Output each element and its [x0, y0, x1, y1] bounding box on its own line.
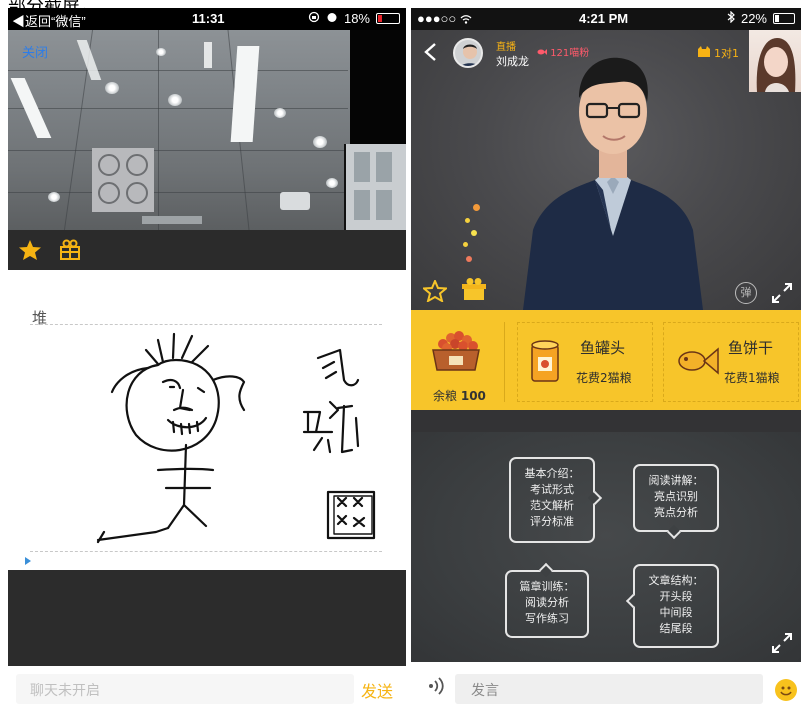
- left-phone-screen: ◀返回“微信” 11:31 18% 关闭 堆 聊天未开启 发送: [8, 8, 406, 711]
- balance-label: 余粮 100: [433, 389, 486, 403]
- chat-input[interactable]: 发言: [455, 674, 763, 704]
- star-icon[interactable]: [421, 278, 449, 306]
- balance-value: 100: [460, 389, 486, 403]
- gift-item-fish-biscuit[interactable]: 鱼饼干 花费1猫粮: [663, 322, 799, 402]
- item-cost: 花费2猫粮: [576, 371, 632, 385]
- left-action-toolbar: [8, 230, 406, 270]
- note-training: 篇章训练： 阅读分析 写作练习: [505, 562, 589, 638]
- cat-icon: [697, 45, 711, 61]
- live-tag: 直播: [496, 42, 516, 53]
- ceiling-speaker: [92, 148, 154, 212]
- host-portrait: [523, 57, 703, 310]
- send-button[interactable]: 发送: [361, 678, 393, 702]
- teacher-video-feed[interactable]: 关闭: [8, 30, 406, 230]
- battery-icon: [376, 13, 400, 24]
- item-name: 鱼罐头: [580, 339, 626, 357]
- voice-icon[interactable]: [427, 676, 445, 700]
- star-icon[interactable]: [18, 239, 42, 261]
- right-chat-bar: 发言: [411, 662, 801, 711]
- fans-count: 121喵粉: [537, 44, 589, 59]
- lock-rotation-icon: [308, 11, 320, 26]
- battery-percent: 18%: [343, 11, 370, 26]
- host-video-feed[interactable]: 直播 刘成龙 121喵粉 1对1 弹: [411, 30, 801, 310]
- note-structure: 文章结构： 开头段 中间段 结尾段: [625, 564, 719, 648]
- student-pip-video[interactable]: [344, 144, 406, 230]
- signal-strength: ●●●○○: [417, 11, 472, 27]
- wifi-icon: [460, 12, 472, 27]
- fish-biscuit-icon: [674, 341, 720, 385]
- student-pip-video[interactable]: [749, 30, 801, 92]
- fullscreen-icon[interactable]: [771, 282, 793, 304]
- back-chevron-icon[interactable]: [423, 42, 437, 62]
- danmu-toggle[interactable]: 弹: [735, 282, 757, 304]
- note-basic-intro: 基本介绍： 考试形式 范文解析 评分标准: [509, 457, 603, 543]
- close-link[interactable]: 关闭: [22, 42, 48, 61]
- alarm-icon: [326, 11, 338, 26]
- emoji-icon[interactable]: [775, 679, 797, 701]
- fullscreen-icon[interactable]: [771, 632, 793, 654]
- battery-icon: [773, 13, 795, 24]
- left-empty-panel: [8, 570, 406, 666]
- fish-icon: [537, 48, 550, 59]
- panel-gap: [411, 410, 801, 432]
- item-cost: 花费1猫粮: [724, 371, 780, 385]
- balance-cell: 余粮 100: [411, 310, 503, 410]
- right-phone-screen: ●●●○○ 4:21 PM 22% 直播 刘成龙 121喵粉 1对1 弹 余粮 …: [411, 8, 801, 711]
- right-status-bar: ●●●○○ 4:21 PM 22%: [411, 8, 801, 30]
- one-on-one-toggle[interactable]: 1对1: [697, 45, 739, 61]
- chat-input[interactable]: 聊天未开启: [16, 674, 354, 704]
- gift-shop-panel: 余粮 100 鱼罐头 花费2猫粮 鱼饼干 花费1猫粮: [411, 310, 801, 410]
- handwriting-board[interactable]: 堆: [8, 270, 406, 570]
- live-header: 直播 刘成龙 121喵粉 1对1: [411, 34, 801, 74]
- gift-item-fish-can[interactable]: 鱼罐头 花费2猫粮: [517, 322, 653, 402]
- page-indicator-caret[interactable]: [25, 557, 31, 565]
- gift-icon[interactable]: [461, 277, 487, 305]
- status-time: 11:31: [192, 11, 225, 26]
- left-chat-bar: 聊天未开启 发送: [8, 666, 406, 711]
- left-status-bar: ◀返回“微信” 11:31 18%: [8, 8, 406, 30]
- note-reading: 阅读讲解： 亮点识别 亮点分析: [633, 464, 719, 540]
- host-name: 刘成龙: [496, 55, 529, 68]
- item-name: 鱼饼干: [728, 339, 774, 357]
- status-time: 4:21 PM: [579, 11, 629, 26]
- host-avatar[interactable]: [453, 38, 483, 68]
- back-to-wechat-link[interactable]: ◀返回“微信”: [12, 11, 86, 30]
- cat-food-bowl-icon: [427, 326, 485, 380]
- course-outline-board: 基本介绍： 考试形式 范文解析 评分标准 阅读讲解： 亮点识别 亮点分析 篇章训…: [411, 432, 801, 662]
- gift-icon[interactable]: [58, 239, 82, 261]
- shop-divider: [504, 322, 505, 402]
- handwriting-doodle: [96, 332, 376, 544]
- fish-can-icon: [530, 339, 560, 389]
- battery-percent: 22%: [740, 11, 767, 26]
- bluetooth-icon: [727, 10, 735, 26]
